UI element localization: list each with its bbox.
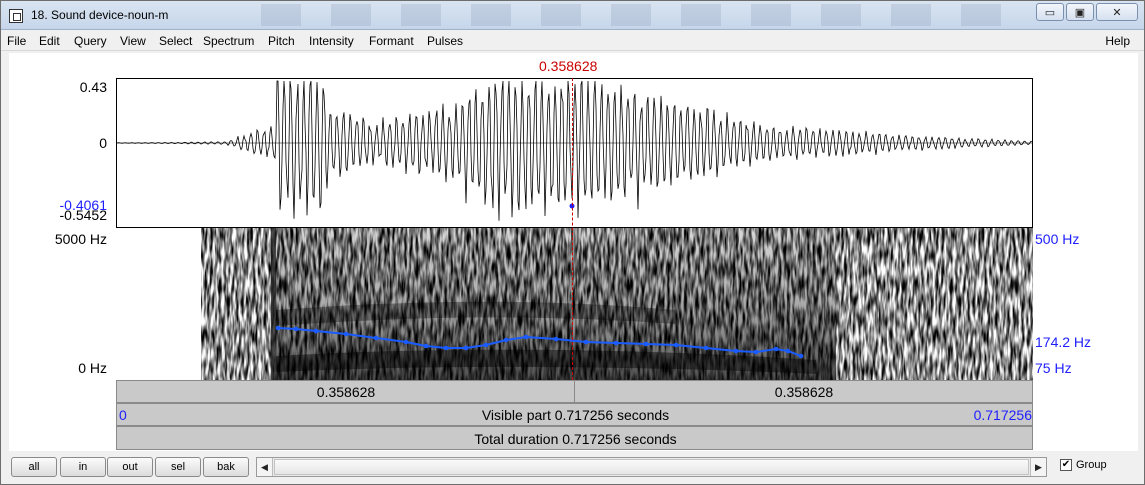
pitch-point (503, 337, 509, 343)
pitch-point (523, 334, 529, 340)
pitch-point (443, 345, 449, 351)
minimize-icon[interactable]: ▭ (1036, 3, 1064, 21)
pitch-point (583, 339, 589, 345)
pitch-point (423, 343, 429, 349)
cursor-line (572, 78, 573, 380)
checkmark-icon[interactable]: ✔ (1060, 459, 1072, 471)
pitch-max-label: 500 Hz (1035, 231, 1080, 247)
visible-part-bar[interactable]: 0 Visible part 0.717256 seconds 0.717256 (116, 403, 1033, 426)
window-controls: ▭ ▣ ✕ (1036, 3, 1138, 21)
zoom-back-button[interactable]: bak (203, 457, 249, 477)
sound-editor-window: 18. Sound device-noun-m ▭ ▣ ✕ File Edit … (0, 0, 1145, 485)
menu-query[interactable]: Query (74, 34, 107, 48)
group-toggle[interactable]: ✔ Group (1060, 459, 1107, 471)
spectrogram-graph (116, 228, 1033, 380)
pitch-point (673, 342, 679, 348)
waveform-y-min: -0.5452 (59, 207, 107, 223)
spectrogram-panel[interactable] (116, 228, 1033, 380)
pitch-point (275, 325, 281, 331)
menu-pulses[interactable]: Pulses (427, 34, 463, 48)
left-part-duration[interactable]: 0.358628 (117, 384, 575, 400)
maximize-icon[interactable]: ▣ (1066, 3, 1094, 21)
group-label: Group (1076, 459, 1107, 471)
title-bar[interactable]: 18. Sound device-noun-m ▭ ▣ ✕ (1, 1, 1144, 30)
sound-window-icon[interactable] (9, 9, 23, 23)
pitch-point (343, 331, 349, 337)
menu-bar: File Edit Query View Select Spectrum Pit… (1, 31, 1144, 51)
pitch-point (643, 341, 649, 347)
zoom-all-button[interactable]: all (11, 457, 57, 477)
waveform-trace (116, 80, 1033, 221)
menu-formant[interactable]: Formant (369, 34, 414, 48)
pitch-point (293, 326, 299, 332)
pitch-cursor-label: 174.2 Hz (1035, 334, 1092, 350)
spectrogram-freq-max: 5000 Hz (54, 231, 107, 247)
pitch-point (703, 345, 709, 351)
total-duration-bar[interactable]: Total duration 0.717256 seconds (116, 426, 1033, 450)
cursor-time-label: 0.358628 (539, 58, 598, 74)
horizontal-scrollbar[interactable]: ◀ ▶ (256, 457, 1047, 477)
menu-help[interactable]: Help (1105, 34, 1130, 48)
background-window-ghost (261, 4, 1031, 26)
window-title: 18. Sound device-noun-m (31, 8, 169, 22)
pitch-point (553, 336, 559, 342)
pitch-point (373, 335, 379, 341)
pitch-min-label: 75 Hz (1035, 360, 1072, 376)
close-icon[interactable]: ✕ (1096, 3, 1138, 21)
pitch-point (798, 353, 804, 359)
pitch-point (463, 345, 469, 351)
visible-end-time: 0.717256 (973, 407, 1032, 423)
right-part-duration[interactable]: 0.358628 (575, 384, 1033, 400)
zoom-sel-button[interactable]: sel (155, 457, 201, 477)
zoom-in-button[interactable]: in (60, 457, 106, 477)
pitch-point (613, 340, 619, 346)
pitch-point (753, 349, 759, 355)
pitch-point (313, 328, 319, 334)
menu-view[interactable]: View (120, 34, 146, 48)
pitch-point (733, 348, 739, 354)
pitch-point (785, 348, 791, 354)
visible-part-label: Visible part 0.717256 seconds (481, 407, 670, 423)
menu-select[interactable]: Select (159, 34, 192, 48)
menu-pitch[interactable]: Pitch (268, 34, 295, 48)
menu-spectrum[interactable]: Spectrum (203, 34, 254, 48)
pitch-point (483, 342, 489, 348)
scroll-right-icon[interactable]: ▶ (1030, 458, 1046, 476)
selection-bar[interactable]: 0.358628 0.358628 (116, 380, 1033, 403)
waveform-y-zero: 0 (99, 135, 107, 151)
pitch-point (773, 346, 779, 352)
waveform-panel[interactable] (116, 78, 1033, 228)
editor-drawing-area[interactable]: 0.358628 0.43 0 -0.4061 -0.5452 5000 Hz … (9, 53, 1138, 451)
menu-intensity[interactable]: Intensity (309, 34, 354, 48)
navigation-bar: all in out sel bak ◀ ▶ ✔ Group (1, 453, 1144, 484)
total-duration-label: Total duration 0.717256 seconds (474, 431, 677, 447)
waveform-graph (116, 80, 1033, 221)
zoom-out-button[interactable]: out (107, 457, 153, 477)
scrollbar-thumb[interactable] (274, 459, 1029, 475)
spectrogram-freq-min: 0 Hz (78, 360, 107, 376)
pitch-point (403, 339, 409, 345)
waveform-y-max: 0.43 (79, 79, 107, 95)
scroll-left-icon[interactable]: ◀ (257, 458, 273, 476)
menu-edit[interactable]: Edit (39, 34, 60, 48)
menu-file[interactable]: File (7, 34, 26, 48)
onset-burst (271, 228, 276, 380)
